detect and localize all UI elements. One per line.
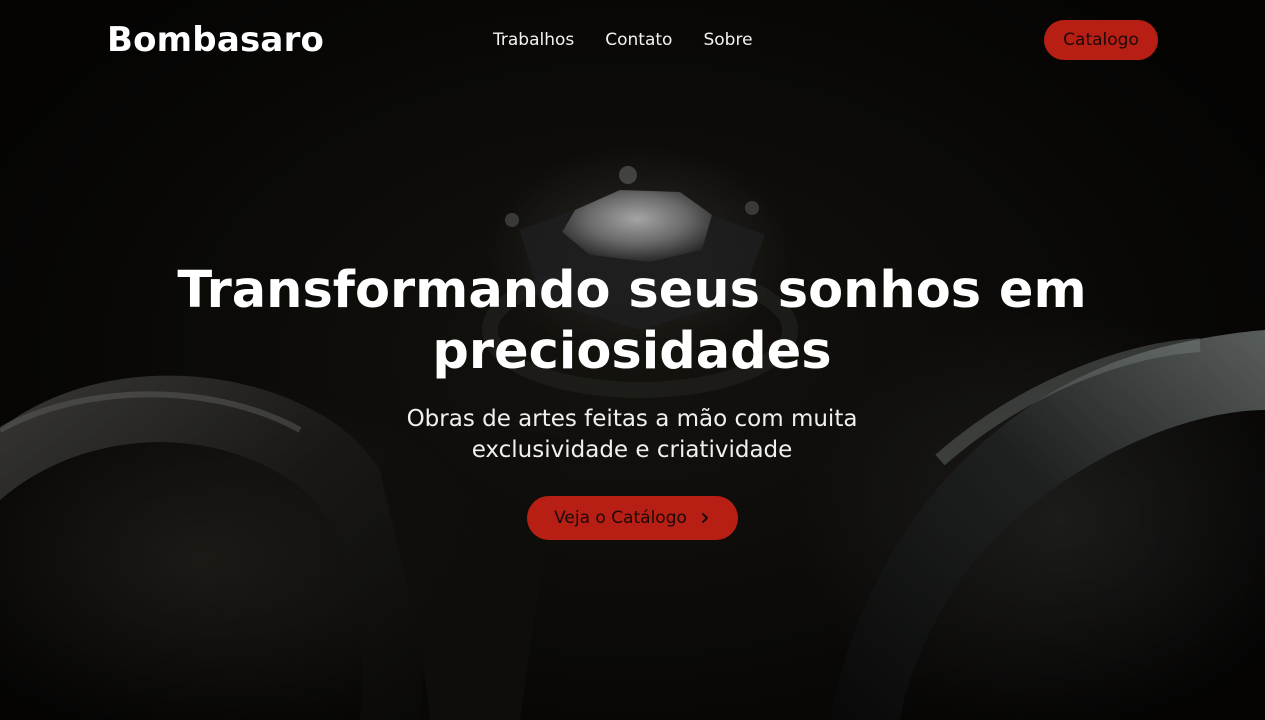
brand-logo[interactable]: Bombasaro bbox=[107, 19, 324, 61]
nav-link-sobre[interactable]: Sobre bbox=[703, 28, 752, 52]
catalog-button[interactable]: Catalogo bbox=[1044, 20, 1158, 60]
hero-section: Bombasaro Trabalhos Contato Sobre Catalo… bbox=[0, 0, 1265, 720]
hero-headline: Transformando seus sonhos em preciosidad… bbox=[177, 261, 1087, 381]
nav-link-trabalhos[interactable]: Trabalhos bbox=[493, 28, 574, 52]
nav-link-contato[interactable]: Contato bbox=[605, 28, 672, 52]
view-catalog-button[interactable]: Veja o Catálogo bbox=[527, 496, 738, 540]
top-navbar: Bombasaro Trabalhos Contato Sobre Catalo… bbox=[0, 0, 1265, 80]
hero-subtitle: Obras de artes feitas a mão com muita ex… bbox=[406, 406, 858, 463]
view-catalog-button-label: Veja o Catálogo bbox=[554, 508, 687, 528]
nav-links: Trabalhos Contato Sobre bbox=[493, 28, 753, 52]
chevron-right-icon bbox=[701, 513, 708, 523]
